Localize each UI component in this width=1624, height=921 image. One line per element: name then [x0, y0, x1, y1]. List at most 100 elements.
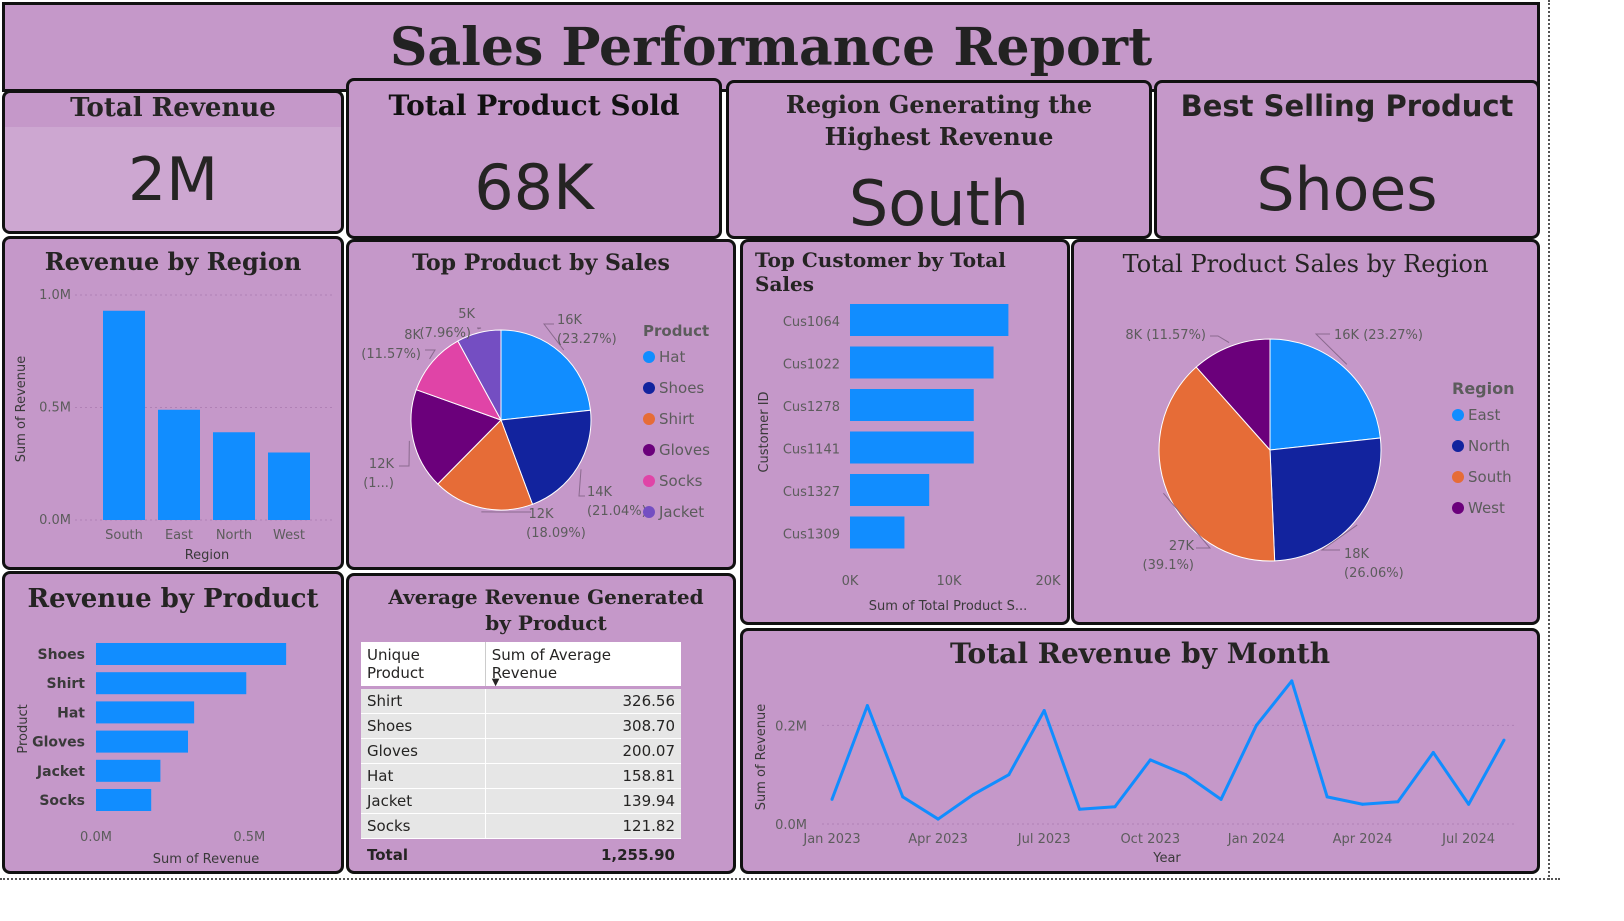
data-label: (7.96%)	[420, 326, 471, 341]
data-point	[1325, 795, 1329, 799]
avg-revenue-table-wrap: Unique Product Sum of Average Revenue ▼ S…	[361, 642, 681, 868]
revenue-by-month-card[interactable]: Total Revenue by Month 0.0M 0.2M Jan 2023 A…	[740, 628, 1540, 874]
column-header[interactable]: Sum of Average Revenue ▼	[485, 642, 681, 689]
legend-label: Shoes	[659, 379, 704, 397]
bar[interactable]	[850, 389, 974, 421]
kpi-highest-region[interactable]: Region Generating the Highest Revenue So…	[726, 80, 1152, 239]
kpi-value: Shoes	[1256, 155, 1438, 225]
x-tick-label: 20K	[1035, 574, 1061, 589]
y-tick-label: Jacket	[36, 764, 85, 780]
bar[interactable]	[96, 759, 161, 782]
x-axis-label: Year	[1152, 851, 1181, 866]
revenue-by-product-card[interactable]: Revenue by Product Shoes Shirt Hat Gloves Ja…	[2, 571, 344, 874]
y-tick-label: 0.5M	[39, 401, 71, 416]
x-tick-label: 0.5M	[233, 830, 265, 845]
legend-label: South	[1468, 468, 1512, 486]
kpi-best-selling-product[interactable]: Best Selling Product Shoes	[1154, 80, 1540, 239]
column-header[interactable]: Unique Product	[361, 642, 486, 689]
table-row[interactable]: Gloves 200.07	[361, 738, 681, 764]
kpi-label: Total Product Sold	[388, 89, 680, 122]
data-label: (39.1%)	[1143, 558, 1194, 573]
sort-descending-icon[interactable]: ▼	[492, 677, 500, 688]
y-axis-label: Sum of Revenue	[754, 704, 769, 811]
top-customer-card[interactable]: Top Customer by Total Sales Cus1064 Cus10…	[740, 239, 1070, 625]
data-point	[1219, 797, 1223, 801]
table-row[interactable]: Shoes 308.70	[361, 713, 681, 739]
bar[interactable]	[96, 701, 195, 724]
avg-revenue-table: Unique Product Sum of Average Revenue ▼ S…	[361, 642, 681, 839]
table-cell-value: 139.94	[485, 788, 681, 814]
bar[interactable]	[850, 516, 905, 549]
data-label: (26.06%)	[1344, 566, 1404, 581]
average-revenue-card[interactable]: Average Revenue Generated by Product Uni…	[346, 573, 736, 874]
table-cell-product: Shoes	[361, 713, 486, 739]
data-point	[1431, 750, 1435, 754]
table-body: Shirt 326.56 Shoes 308.70 Gloves 200.07 Hat 158…	[361, 687, 681, 839]
product-sales-by-region-card[interactable]: Total Product Sales by Region 16K (23.27…	[1071, 239, 1540, 625]
legend-label: Socks	[659, 472, 703, 490]
product-sales-region-pie-chart[interactable]: 16K (23.27%) 18K (26.06%) 27K (39.1%) 8K (11.…	[1074, 242, 1537, 622]
pie-slice[interactable]	[1269, 437, 1382, 562]
data-label: 27K	[1169, 539, 1195, 554]
kpi-total-revenue[interactable]: Total Revenue 2M	[2, 90, 344, 234]
data-label: 16K (23.27%)	[1334, 328, 1423, 343]
table-row[interactable]: Shirt 326.56	[361, 687, 681, 714]
x-axis-label: Sum of Total Product S...	[869, 599, 1028, 614]
bar[interactable]	[96, 789, 152, 811]
bar[interactable]	[96, 643, 287, 665]
bar[interactable]	[850, 346, 994, 379]
x-axis-label: Sum of Revenue	[153, 852, 260, 867]
bar[interactable]	[850, 304, 1009, 336]
revenue-by-region-card[interactable]: Revenue by Region 0.0M 0.5M 1.0M South East N…	[2, 236, 344, 570]
chart-title: Average Revenue Generated by Product	[388, 585, 704, 635]
legend-marker	[1452, 502, 1464, 514]
table-cell-value: 158.81	[485, 763, 681, 789]
bar[interactable]	[158, 409, 200, 520]
data-label: 8K (11.57%)	[1125, 328, 1206, 343]
table-cell-product: Jacket	[361, 788, 486, 814]
data-label: 18K	[1344, 547, 1370, 562]
bar[interactable]	[96, 730, 188, 753]
data-point	[901, 795, 905, 799]
top-customer-chart[interactable]: Cus1064 Cus1022 Cus1278 Cus1141 Cus1327 Cus13…	[743, 242, 1067, 622]
data-point	[1113, 805, 1117, 809]
kpi-total-product-sold[interactable]: Total Product Sold 68K	[346, 78, 722, 239]
page-frame-right	[1548, 0, 1550, 880]
revenue-by-region-chart[interactable]: 0.0M 0.5M 1.0M South East North West Region Sum …	[5, 239, 341, 567]
y-tick-label: Socks	[39, 793, 85, 809]
y-tick-label: Cus1064	[783, 315, 840, 330]
y-axis-label: Product	[16, 704, 31, 753]
top-product-by-sales-card[interactable]: Top Product by Sales 16K (23.27%) 14K (21.0…	[346, 239, 736, 570]
x-tick-label: Oct 2023	[1120, 832, 1180, 847]
table-row[interactable]: Socks 121.82	[361, 813, 681, 839]
data-label: 12K	[528, 507, 554, 522]
top-product-pie-chart[interactable]: 16K (23.27%) 14K (21.04%) 12K (18.09%) 12K (1..…	[349, 242, 733, 567]
revenue-by-product-chart[interactable]: Shoes Shirt Hat Gloves Jacket Socks 0.0M 0.5M Su…	[5, 574, 341, 871]
data-label: 14K	[587, 485, 613, 500]
bar[interactable]	[850, 474, 930, 506]
data-point	[1502, 738, 1506, 742]
x-tick-label: Jan 2024	[1227, 832, 1285, 847]
x-tick-label: Jul 2024	[1441, 832, 1495, 847]
table-row[interactable]: Jacket 139.94	[361, 788, 681, 814]
bar[interactable]	[96, 672, 247, 695]
total-value: 1,255.90	[600, 846, 675, 864]
x-tick-label: South	[105, 528, 143, 543]
pie-slice[interactable]	[1269, 338, 1381, 451]
data-point	[865, 704, 869, 708]
bar[interactable]	[850, 431, 974, 464]
bar[interactable]	[103, 310, 145, 520]
revenue-by-month-chart[interactable]: 0.0M 0.2M Jan 2023 Apr 2023 Jul 2023 Oct 2023…	[743, 631, 1537, 871]
legend-marker	[643, 351, 655, 363]
data-label: (18.09%)	[526, 526, 586, 541]
bar[interactable]	[213, 432, 255, 520]
table-row[interactable]: Hat 158.81	[361, 763, 681, 789]
x-axis-label: Region	[185, 548, 230, 563]
y-axis-label: Sum of Revenue	[14, 356, 29, 463]
bar[interactable]	[268, 452, 310, 521]
data-point	[1148, 758, 1152, 762]
page-frame-bottom	[0, 878, 1560, 880]
data-point	[936, 817, 940, 821]
y-tick-label: Shirt	[47, 676, 86, 692]
y-tick-label: Cus1309	[783, 528, 840, 543]
